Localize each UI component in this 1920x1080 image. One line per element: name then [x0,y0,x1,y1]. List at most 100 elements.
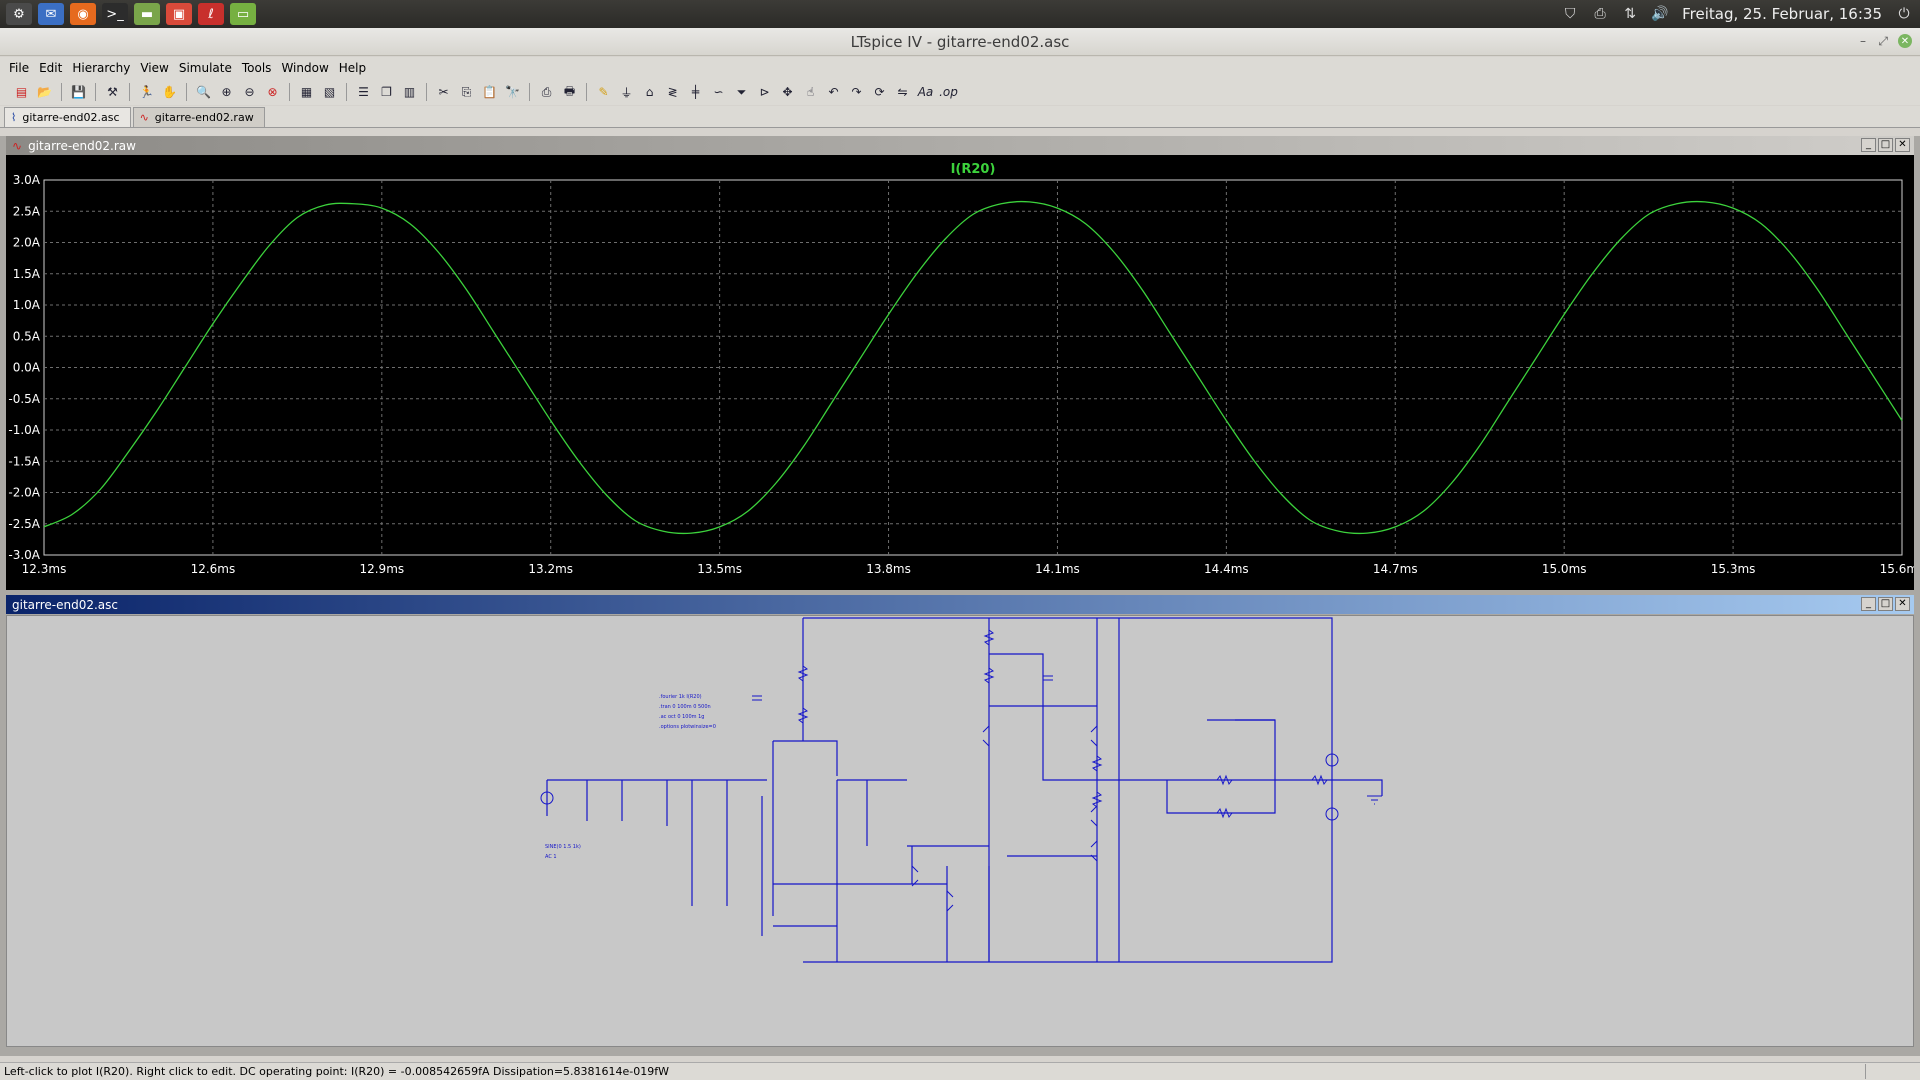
x-tick-label: 13.8ms [866,562,911,576]
label-net-icon[interactable]: ⌂ [640,83,659,102]
wire [1332,779,1383,796]
menu-tools[interactable]: Tools [237,61,277,75]
close-button[interactable]: ✕ [1895,138,1910,152]
x-tick-label: 15.6ms [1880,562,1914,576]
undo-icon[interactable]: ↶ [824,83,843,102]
trace-label[interactable]: I(R20) [951,162,996,177]
move-icon[interactable]: ✥ [778,83,797,102]
menu-view[interactable]: View [135,61,173,75]
zoom-out-icon[interactable]: ⊖ [240,83,259,102]
system-settings-icon[interactable]: ⚙ [6,3,32,25]
rotate-icon[interactable]: ⟳ [870,83,889,102]
waveform-window-title: gitarre-end02.raw [28,138,136,153]
zoom-in-icon[interactable]: 🔍 [194,83,213,102]
menu-window[interactable]: Window [276,61,333,75]
cascade-icon[interactable]: ❐ [377,83,396,102]
clock[interactable]: Freitag, 25. Februar, 16:35 [1682,5,1882,23]
tab-schematic[interactable]: ⌇ gitarre-end02.asc [4,107,131,127]
volume-icon[interactable]: 🔊 [1651,6,1668,22]
zoom-fit-icon[interactable]: ⊗ [263,83,282,102]
run-icon[interactable]: 🏃 [137,83,156,102]
schematic-components [540,629,1382,912]
open-icon[interactable]: 📂 [35,83,54,102]
printer-icon[interactable]: ⎙ [1592,6,1608,22]
shield-icon[interactable]: ⛉ [1562,6,1578,22]
status-text: Left-click to plot I(R20). Right click t… [4,1065,670,1078]
minimize-button[interactable]: _ [1861,138,1876,152]
save-icon[interactable]: 💾 [69,83,88,102]
redo-icon[interactable]: ↷ [847,83,866,102]
menu-simulate[interactable]: Simulate [174,61,237,75]
control-panel-icon[interactable]: ⚒ [103,83,122,102]
mirror-icon[interactable]: ⇋ [893,83,912,102]
pan-icon[interactable]: ⊕ [217,83,236,102]
drag-icon[interactable]: ☝ [801,83,820,102]
print-setup-icon[interactable]: ⎙ [537,83,556,102]
spice-directive[interactable]: .ac oct 0 100m 1g [659,714,704,720]
close-button[interactable]: ✕ [1895,597,1910,611]
resistor-icon[interactable]: ≷ [663,83,682,102]
source-value[interactable]: AC 1 [545,854,557,860]
transistor-symbol [982,725,990,747]
spice-directive-icon[interactable]: .op [939,83,958,102]
software-center-icon[interactable]: ▣ [166,3,192,25]
power-icon[interactable]: ⏻ [1896,6,1912,22]
file-manager-icon[interactable]: ▭ [230,3,256,25]
waveform-window-title-bar[interactable]: ∿ gitarre-end02.raw _ □ ✕ [6,136,1914,155]
mdi-area: ∿ gitarre-end02.raw _ □ ✕ I(R20) 12.3ms 12… [0,136,1920,1056]
firefox-icon[interactable]: ◉ [70,3,96,25]
component-icon[interactable]: ⊳ [755,83,774,102]
tab-waveform[interactable]: ∿ gitarre-end02.raw [132,107,265,127]
schematic-drawing[interactable]: .fourier 1k I(R20) .tran 0 100m 0 500n .… [7,616,1913,1046]
close-button[interactable]: ✕ [1898,34,1912,48]
spice-directive[interactable]: .fourier 1k I(R20) [659,694,702,700]
waveform-plot[interactable]: I(R20) 12.3ms 12.6ms 12.9ms 13.2ms 13.5ms 13.8… [6,155,1914,590]
tab-label: gitarre-end02.raw [154,111,254,124]
halt-icon[interactable]: ✋ [160,83,179,102]
y-tick-label: 0.0A [13,361,41,375]
diode-icon[interactable]: ⏷ [732,83,751,102]
capacitor-icon[interactable]: ╪ [686,83,705,102]
menu-edit[interactable]: Edit [34,61,67,75]
terminal-icon[interactable]: >_ [102,3,128,25]
mail-icon[interactable]: ✉ [38,3,64,25]
print-icon[interactable]: 🖶 [560,83,579,102]
zoom-extents-icon[interactable]: ▧ [320,83,339,102]
find-icon[interactable]: 🔭 [503,83,522,102]
toolbar-separator [186,83,187,101]
cut-icon[interactable]: ✂ [434,83,453,102]
schematic-window-controls: _ □ ✕ [1861,597,1910,611]
ltspice-icon[interactable]: ℓ [198,3,224,25]
ground-icon[interactable]: ⏚ [617,83,636,102]
files-icon[interactable]: ▬ [134,3,160,25]
new-schematic-icon[interactable]: ▤ [12,83,31,102]
panel-indicators: ⛉ ⎙ ⇅ 🔊 Freitag, 25. Februar, 16:35 ⏻ [1562,0,1912,28]
y-tick-label: 1.5A [13,267,41,281]
restore-button[interactable]: ⤢ [1878,34,1888,49]
maximize-button[interactable]: □ [1878,138,1893,152]
inductor-icon[interactable]: ∽ [709,83,728,102]
draw-wire-icon[interactable]: ✎ [594,83,613,102]
y-tick-label: -2.5A [8,517,40,531]
minimize-button[interactable]: – [1860,34,1866,48]
minimize-button[interactable]: _ [1861,597,1876,611]
maximize-button[interactable]: □ [1878,597,1893,611]
schematic-canvas[interactable]: .fourier 1k I(R20) .tran 0 100m 0 500n .… [6,615,1914,1047]
tile-horizontal-icon[interactable]: ☰ [354,83,373,102]
paste-icon[interactable]: 📋 [480,83,499,102]
schematic-window-title-bar[interactable]: gitarre-end02.asc _ □ ✕ [6,595,1914,614]
text-icon[interactable]: Aa [916,83,935,102]
network-icon[interactable]: ⇅ [1622,6,1638,22]
spice-directive[interactable]: .tran 0 100m 0 500n [659,704,711,710]
spice-directive[interactable]: .options plotwinsize=0 [659,724,716,730]
autorange-icon[interactable]: ▦ [297,83,316,102]
tile-vertical-icon[interactable]: ▥ [400,83,419,102]
launcher-bar: ⚙ ✉ ◉ >_ ▬ ▣ ℓ ▭ [0,3,256,25]
waveform-chart[interactable]: I(R20) 12.3ms 12.6ms 12.9ms 13.2ms 13.5ms 13.8… [6,155,1914,590]
menu-file[interactable]: File [4,61,34,75]
x-tick-label: 12.9ms [359,562,404,576]
menu-hierarchy[interactable]: Hierarchy [67,61,135,75]
menu-help[interactable]: Help [334,61,371,75]
copy-icon[interactable]: ⎘ [457,83,476,102]
source-value[interactable]: SINE(0 1.5 1k) [545,844,581,850]
